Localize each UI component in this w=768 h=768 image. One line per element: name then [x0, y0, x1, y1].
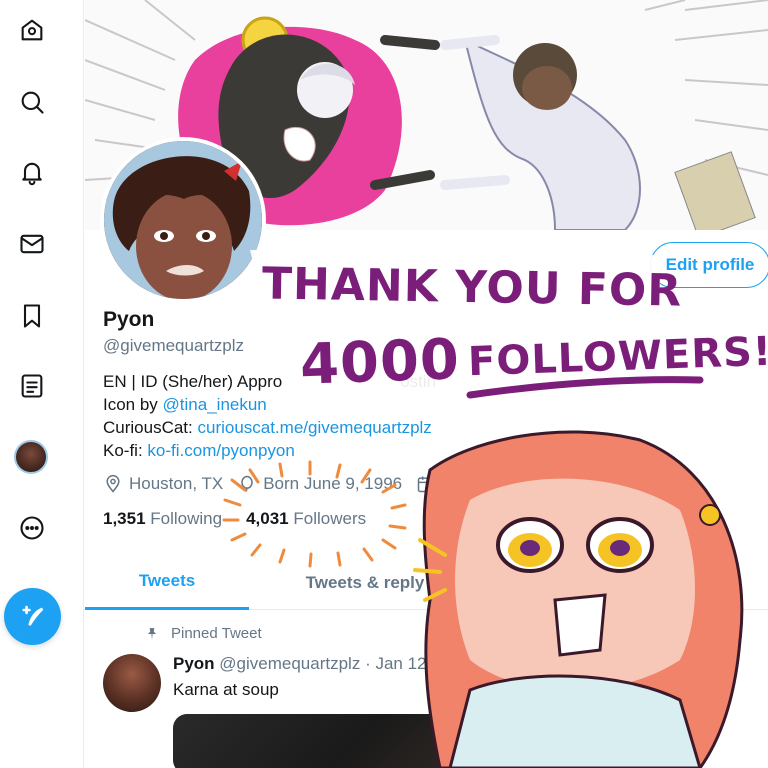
- overlay-thanks-line: THANK YOU FOR: [261, 258, 683, 317]
- location-text: Houston, TX: [129, 474, 224, 493]
- followers-count: 4,031: [246, 509, 289, 528]
- profile-name: Pyon: [103, 308, 155, 331]
- bio-kofi-label: Ko-fi:: [103, 441, 148, 460]
- bio-line-3: CuriousCat: curiouscat.me/givemequartzpl…: [103, 416, 436, 439]
- feather-plus-icon: [21, 605, 43, 626]
- bio-curiouscat-label: CuriousCat:: [103, 418, 198, 437]
- tweet-date[interactable]: · Jan 12: [365, 654, 426, 673]
- bookmark-icon[interactable]: [14, 298, 50, 334]
- calendar-icon: [417, 476, 435, 493]
- bio-icon-credit-label: Icon by: [103, 395, 163, 414]
- tab-tweets[interactable]: Tweets: [85, 555, 249, 610]
- bio-curiouscat-link[interactable]: curiouscat.me/givemequartzplz: [197, 418, 431, 437]
- bio-line-4: Ko-fi: ko-fi.com/pyonpyon: [103, 439, 436, 462]
- tweet-avatar[interactable]: [103, 654, 161, 712]
- bio-line-1-text: EN | ID (She/her) Appro: [103, 372, 283, 391]
- home-icon[interactable]: [14, 12, 50, 48]
- profile-avatar[interactable]: [100, 137, 266, 303]
- compose-tweet-button[interactable]: [4, 588, 61, 645]
- profile-meta: Houston, TX Born June 9, 1996 Join: [103, 474, 473, 494]
- tweet-author-name[interactable]: Pyon: [173, 654, 215, 673]
- more-icon[interactable]: [14, 510, 50, 546]
- mail-icon[interactable]: [14, 226, 50, 262]
- bio-kofi-link[interactable]: ko-fi.com/pyonpyon: [147, 441, 294, 460]
- sidebar-nav: [0, 0, 84, 768]
- joined-item: Join: [416, 474, 473, 494]
- edit-profile-button[interactable]: Edit profile: [650, 242, 768, 288]
- avatar-artwork: [104, 141, 262, 299]
- joined-text: Join: [442, 474, 474, 493]
- bio-line-1-tail: ostin: [400, 372, 437, 391]
- tweet-media[interactable]: [173, 714, 643, 768]
- bell-icon[interactable]: [14, 154, 50, 190]
- followers-label: Followers: [293, 509, 367, 528]
- bio-icon-credit-link[interactable]: @tina_inekun: [163, 395, 267, 414]
- pin-icon: [147, 627, 157, 640]
- overlay-followers-word: FOLLOWERS!: [467, 328, 768, 386]
- tweet-author-handle[interactable]: @givemequartzplz: [219, 654, 360, 673]
- profile-tabs: Tweets Tweets & reply: [85, 555, 768, 610]
- pinned-tweet-label: Pinned Tweet: [145, 625, 262, 642]
- following-label: Following: [150, 509, 223, 528]
- location-item: Houston, TX: [103, 474, 223, 494]
- follow-stats: 1,351 Following 4,031 Followers: [103, 509, 366, 529]
- profile-avatar-nav[interactable]: [14, 440, 48, 474]
- list-icon[interactable]: [14, 368, 50, 404]
- birthday-item: Born June 9, 1996: [237, 474, 402, 494]
- following-count: 1,351: [103, 509, 146, 528]
- tab-tweets-replies[interactable]: Tweets & reply: [285, 555, 445, 610]
- tweet-text: Karna at soup: [173, 680, 279, 699]
- tweet-header: Pyon @givemequartzplz · Jan 12: [173, 654, 427, 674]
- pinned-label-text: Pinned Tweet: [171, 625, 262, 642]
- followers-link[interactable]: 4,031 Followers: [246, 509, 366, 529]
- birthday-text: Born June 9, 1996: [263, 474, 403, 493]
- profile-handle: @givemequartzplz: [103, 336, 245, 355]
- profile-bio: EN | ID (She/her) Appro ostin Icon by @ti…: [103, 370, 436, 462]
- balloon-icon: [241, 475, 253, 492]
- following-link[interactable]: 1,351 Following: [103, 509, 222, 529]
- search-icon[interactable]: [14, 84, 50, 120]
- bio-line-2: Icon by @tina_inekun: [103, 393, 436, 416]
- location-pin-icon: [106, 474, 120, 493]
- bio-line-1: EN | ID (She/her) Appro ostin: [103, 370, 436, 393]
